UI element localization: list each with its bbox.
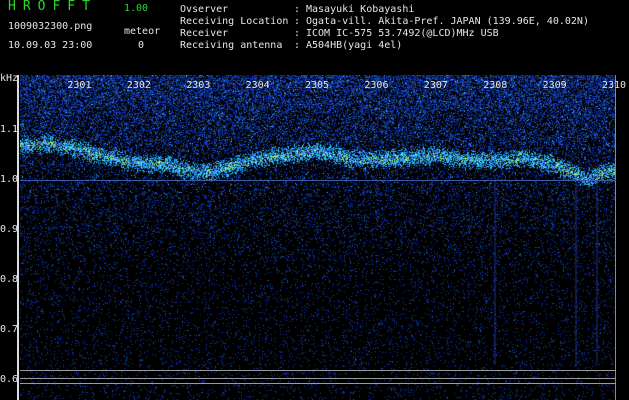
reference-line	[20, 370, 616, 371]
location-label: Receiving Location	[180, 16, 289, 27]
x-tick-label: 2302	[126, 80, 151, 91]
header-panel: HROFFT 1.00 1009032300.png meteor 10.09.…	[0, 0, 629, 72]
meteor-count: 0	[138, 40, 145, 51]
receiver-value: ICOM IC-575 53.7492(@LCD)MHz USB	[306, 28, 499, 39]
reference-line	[20, 383, 616, 384]
right-axis-line	[615, 75, 616, 400]
x-tick-label: 2307	[423, 80, 448, 91]
receiver-colon: :	[294, 28, 301, 39]
antenna-colon: :	[294, 40, 301, 51]
x-tick-label: 2301	[67, 80, 92, 91]
datetime: 10.09.03 23:00	[8, 40, 93, 51]
spectrogram-canvas	[20, 75, 616, 400]
observer-label: Ovserver	[180, 4, 229, 15]
x-tick-label: 2305	[305, 80, 330, 91]
receiver-label: Receiver	[180, 28, 229, 39]
x-tick-label: 2304	[245, 80, 270, 91]
app-version: 1.00	[124, 3, 149, 14]
spectrogram-plot	[20, 75, 616, 400]
reference-line	[20, 378, 616, 379]
y-tick-label: 1.0	[0, 174, 19, 185]
observer-value: Masayuki Kobayashi	[306, 4, 415, 15]
x-tick-label: 2306	[364, 80, 389, 91]
x-tick-label: 2309	[542, 80, 567, 91]
x-tick-label: 2303	[186, 80, 211, 91]
y-axis-unit-label: kHz	[0, 73, 19, 84]
y-tick-label: 0.6	[0, 374, 19, 385]
observer-colon: :	[294, 4, 301, 15]
meteor-label: meteor	[124, 26, 161, 37]
location-colon: :	[294, 16, 301, 27]
file-name: 1009032300.png	[8, 21, 93, 32]
location-value: Ogata-vill. Akita-Pref. JAPAN (139.96E, …	[306, 16, 589, 27]
app-title: HROFFT	[8, 0, 97, 14]
y-tick-label: 0.9	[0, 224, 19, 235]
reference-line	[20, 180, 616, 181]
y-tick-label: 0.7	[0, 324, 19, 335]
y-tick-label: 0.8	[0, 274, 19, 285]
antenna-value: A504HB(yagi 4el)	[306, 40, 403, 51]
x-tick-label: 2310	[602, 80, 627, 91]
y-tick-label: 1.1	[0, 124, 19, 135]
antenna-label: Receiving antenna	[180, 40, 283, 51]
x-tick-label: 2308	[483, 80, 508, 91]
